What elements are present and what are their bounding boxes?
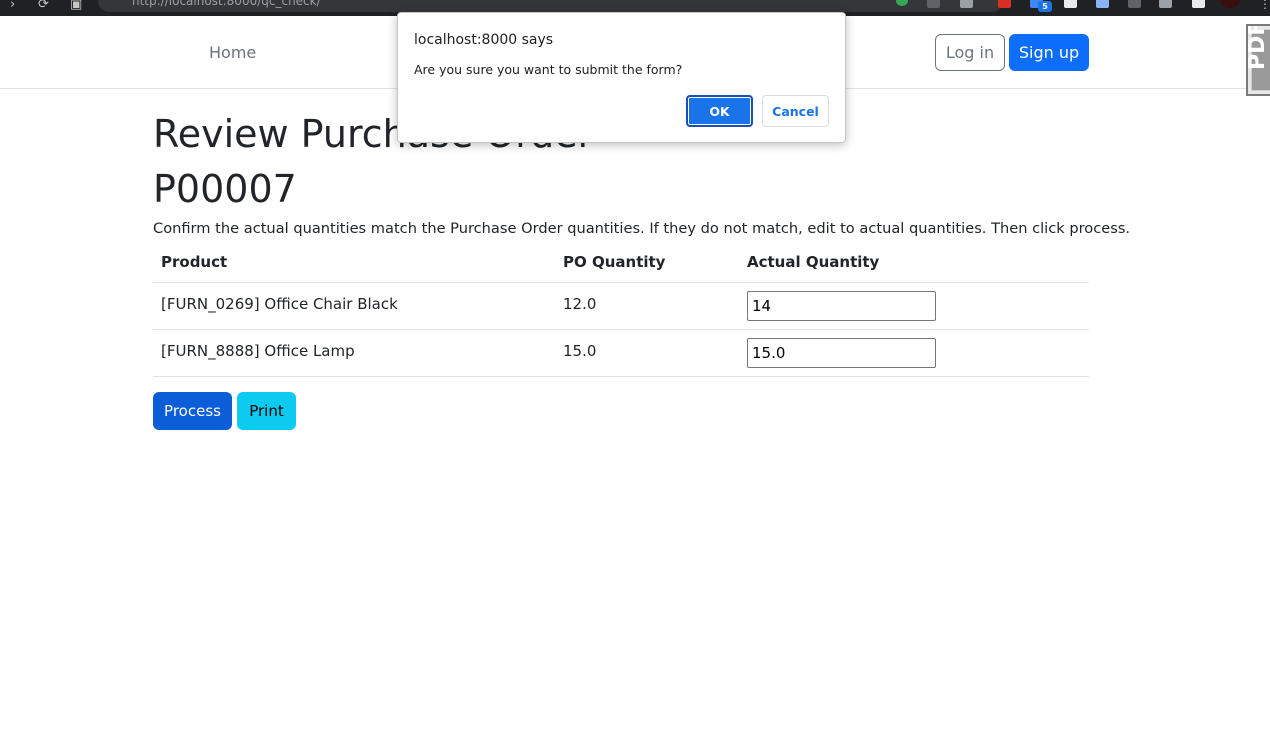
table-row: [FURN_8888] Office Lamp 15.0 [153,329,1089,377]
purchase-order-table: Product PO Quantity Actual Quantity [FUR… [153,243,1089,377]
table-header-row: Product PO Quantity Actual Quantity [153,243,1089,283]
product-cell: [FURN_8888] Office Lamp [153,329,555,377]
dialog-message: Are you sure you want to submit the form… [414,62,683,77]
print-button[interactable]: Print [237,392,296,430]
extension-window-icon[interactable] [1096,0,1109,8]
header-product: Product [153,243,555,283]
actual-quantity-input[interactable] [747,290,936,321]
po-quantity-cell: 15.0 [555,329,739,377]
nav-home-link[interactable]: Home [209,43,256,62]
product-cell: [FURN_0269] Office Chair Black [153,282,555,330]
extensions-puzzle-icon[interactable] [1159,0,1172,8]
home-browser-icon[interactable]: ▣ [70,0,82,12]
table-row: [FURN_0269] Office Chair Black 12.0 [153,282,1089,330]
login-button[interactable]: Log in [935,34,1005,71]
header-actual-quantity: Actual Quantity [739,243,1089,283]
process-button[interactable]: Process [153,392,232,430]
extension-gray-icon[interactable] [1128,0,1141,8]
dialog-title: localhost:8000 says [414,32,554,48]
side-logo-text: PDF [1246,24,1270,70]
extension-flag-icon[interactable] [1064,0,1077,8]
actual-quantity-input[interactable] [747,337,936,368]
share-icon[interactable] [927,0,940,8]
extension-red-icon[interactable] [998,0,1011,8]
browser-menu-icon[interactable]: ⋮ [1259,0,1270,11]
po-quantity-cell: 12.0 [555,282,739,330]
instructions-text: Confirm the actual quantities match the … [153,220,1131,237]
dialog-ok-button[interactable]: OK [686,95,753,127]
address-url[interactable]: http://localhost:8000/qc_check/ [132,0,321,8]
profile-avatar[interactable] [1220,0,1240,8]
bookmark-star-icon[interactable] [960,0,973,8]
forward-icon[interactable]: › [10,0,15,12]
actual-quantity-cell [739,282,1089,330]
side-logo: PDF [1246,24,1270,96]
tab-search-icon[interactable] [1192,0,1205,8]
dialog-cancel-button[interactable]: Cancel [762,95,829,127]
actual-quantity-cell [739,329,1089,377]
signup-button[interactable]: Sign up [1009,34,1089,71]
header-po-quantity: PO Quantity [555,243,739,283]
extension-badge: 5 [1038,1,1052,12]
reload-icon[interactable]: ⟳ [38,0,49,12]
confirm-dialog: localhost:8000 says Are you sure you wan… [397,12,846,143]
